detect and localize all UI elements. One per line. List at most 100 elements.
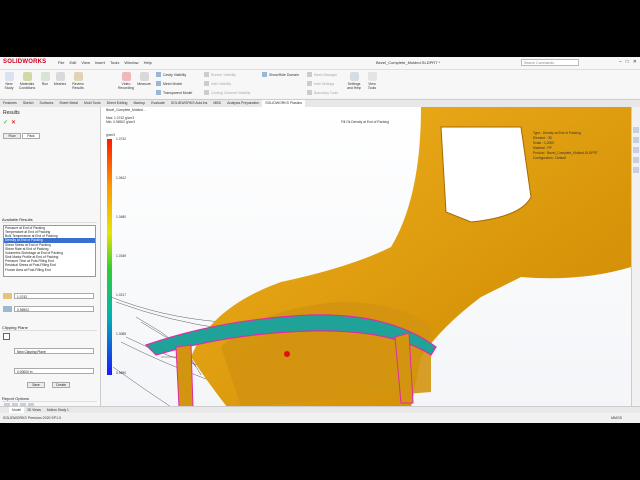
min-value-field[interactable]: 0.96902 — [14, 306, 94, 312]
menu-help[interactable]: Help — [144, 60, 152, 65]
report-options-heading: Report Options — [2, 396, 97, 402]
available-results-heading: Available Results — [2, 217, 97, 223]
tab-3d-views[interactable]: 3D Views — [24, 407, 44, 413]
mesh-manager-button[interactable]: Mesh Manager — [307, 72, 337, 77]
home-icon[interactable] — [633, 127, 639, 133]
window-controls: – □ ✕ — [619, 59, 637, 65]
tab-analysis-preparation[interactable]: Analysis Preparation — [224, 100, 262, 107]
video-icon — [121, 72, 131, 81]
minimize-button[interactable]: – — [619, 59, 622, 65]
maximize-button[interactable]: □ — [626, 59, 629, 65]
solidworks-logo: SOLIDWORKS — [3, 59, 47, 65]
measure-button[interactable]: Measure — [136, 72, 152, 86]
menu-file[interactable]: File — [58, 60, 64, 65]
library-icon[interactable] — [633, 147, 639, 153]
results-list: Pressure at End of Packing Temperature a… — [3, 225, 96, 277]
tab-addins[interactable]: SOLIDWORKS Add-Ins — [168, 100, 211, 107]
pack-view-tab[interactable]: Pack — [22, 133, 40, 139]
mesh-model-icon — [156, 81, 161, 86]
results-icon — [73, 72, 83, 81]
status-version: SOLIDWORKS Premium 2020 SP1.0 — [3, 416, 61, 420]
max-value-field[interactable]: 1.0742 — [14, 293, 94, 299]
video-recording-button[interactable]: Video Recording — [118, 72, 134, 90]
show-hide-domain-button[interactable]: Show/Hide Domain — [262, 72, 299, 77]
domain-icon — [262, 72, 267, 77]
boundary-icon — [307, 90, 312, 95]
search-commands-input[interactable]: Search Commands — [521, 59, 579, 66]
legend-tick: 1.0349 — [116, 254, 127, 258]
tab-sheet-metal[interactable]: Sheet Metal — [56, 100, 81, 107]
legend-tick: 1.0217 — [116, 293, 127, 297]
ok-icon[interactable]: ✓ — [3, 119, 8, 126]
document-title: Bezel_Complete_Molded.SLDPRT * — [376, 60, 441, 65]
result-item[interactable]: Frozen Area at Post-Filling End — [4, 268, 95, 272]
cavity-visibility-button[interactable]: Cavity Visibility — [156, 72, 186, 77]
save-clip-button[interactable]: Save — [27, 382, 45, 388]
cancel-icon[interactable]: ✕ — [11, 119, 16, 126]
new-study-icon — [4, 72, 14, 81]
close-button[interactable]: ✕ — [633, 59, 637, 65]
task-pane-bar — [631, 107, 640, 412]
runner-icon — [204, 72, 209, 77]
tab-evaluate[interactable]: Evaluate — [148, 100, 168, 107]
status-units[interactable]: MMGS — [611, 414, 622, 422]
tab-markup[interactable]: Markup — [131, 100, 149, 107]
info-product: Product : Bezel_Complete_Molded.SLDPRT — [533, 151, 598, 155]
inlet-visibility-button[interactable]: Inlet Visibility — [204, 81, 231, 86]
panel-title: Results — [3, 110, 20, 116]
menu-insert[interactable]: Insert — [95, 60, 105, 65]
legend-color-bar — [107, 139, 112, 375]
view-tools-button[interactable]: View Tools — [365, 72, 379, 90]
tab-motion-study[interactable]: Motion Study 1 — [44, 407, 72, 413]
legend-tick: 1.0085 — [116, 332, 127, 336]
clip-distance-field[interactable]: 0.00000 in — [14, 368, 94, 374]
info-configuration: Configuration : Default — [533, 156, 566, 160]
tab-mold-tools[interactable]: Mold Tools — [81, 100, 104, 107]
meshes-button[interactable]: Meshes — [53, 72, 67, 86]
transparent-model-button[interactable]: Transparent Model — [156, 90, 192, 95]
menu-window[interactable]: Window — [124, 60, 138, 65]
inlet-settings-icon — [307, 81, 312, 86]
menu-view[interactable]: View — [81, 60, 90, 65]
measure-icon — [139, 72, 149, 81]
tab-features[interactable]: Features — [0, 100, 20, 107]
info-material: Material : PP — [533, 146, 552, 150]
clipping-plane-select[interactable]: New Clipping Plane — [14, 348, 94, 354]
info-type: Type : Density at End of Packing — [533, 131, 581, 135]
cooling-icon — [204, 90, 209, 95]
tab-sketch[interactable]: Sketch — [20, 100, 37, 107]
clipping-checkbox[interactable] — [3, 333, 10, 340]
tab-surfaces[interactable]: Surfaces — [37, 100, 57, 107]
run-button[interactable]: Run — [39, 72, 51, 86]
appearances-icon[interactable] — [633, 167, 639, 173]
legend-tick: 1.0612 — [116, 176, 127, 180]
settings-help-button[interactable]: Settings and Help — [345, 72, 363, 90]
graphics-viewport[interactable]: Bezel_Complete_Molded... Max: 1.0742 g/c… — [101, 107, 631, 412]
tab-model[interactable]: Model — [9, 407, 24, 413]
title-bar: SOLIDWORKS File Edit View Insert Tools W… — [0, 57, 640, 70]
plastics-ribbon: New Study Materials Conditions Run Meshe… — [0, 70, 640, 98]
flow-view-tab[interactable]: Flow — [3, 133, 21, 139]
results-property-manager: Results ✓ ✕ Flow Pack Available Results … — [0, 107, 101, 412]
menu-edit[interactable]: Edit — [69, 60, 76, 65]
resources-icon[interactable] — [633, 137, 639, 143]
legend-tick: 1.0480 — [116, 215, 127, 219]
tab-solidworks-plastics[interactable]: SOLIDWORKS Plastics — [262, 100, 306, 107]
create-clip-button[interactable]: Create — [52, 382, 70, 388]
menu-bar: File Edit View Insert Tools Window Help — [58, 60, 152, 65]
boundary-tools-button[interactable]: Boundary Tools — [307, 90, 338, 95]
tab-direct-editing[interactable]: Direct Editing — [104, 100, 131, 107]
materials-conditions-button[interactable]: Materials Conditions — [18, 72, 36, 90]
materials-icon — [22, 72, 32, 81]
status-bar: SOLIDWORKS Premium 2020 SP1.0 MMGS — [0, 414, 640, 423]
runner-visibility-button[interactable]: Runner Visibility — [204, 72, 236, 77]
clipping-plane-heading: Clipping Plane — [2, 325, 97, 331]
cooling-visibility-button[interactable]: Cooling Channel Visibility — [204, 90, 250, 95]
explorer-icon[interactable] — [633, 157, 639, 163]
menu-tools[interactable]: Tools — [110, 60, 119, 65]
review-results-button[interactable]: Review Results — [70, 72, 86, 90]
new-study-button[interactable]: New Study — [2, 72, 16, 90]
mesh-model-button[interactable]: Mesh Model — [156, 81, 182, 86]
tab-mbd[interactable]: MBD — [210, 100, 224, 107]
inlet-settings-button[interactable]: Inlet Settings — [307, 81, 334, 86]
